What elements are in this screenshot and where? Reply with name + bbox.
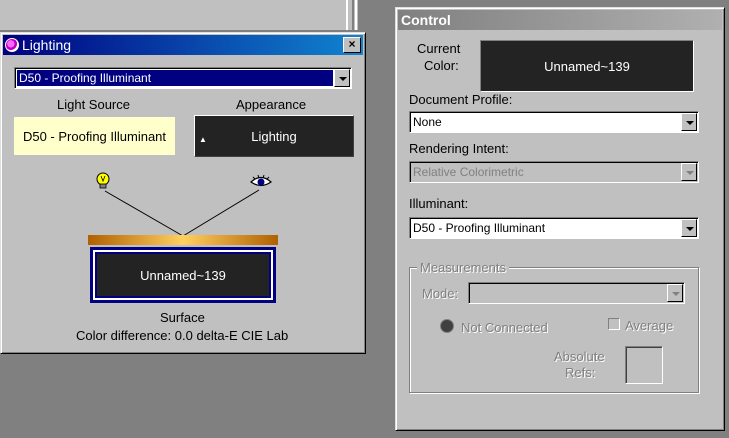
chevron-down-icon[interactable] xyxy=(681,113,697,131)
mode-label: Mode: xyxy=(422,286,459,301)
rendering-intent-select[interactable]: Relative Colorimetric xyxy=(409,161,699,183)
surface-swatch-frame[interactable]: Unnamed~139 xyxy=(90,247,276,303)
mode-select[interactable] xyxy=(468,282,685,304)
chevron-down-icon[interactable] xyxy=(681,163,697,181)
document-profile-value: None xyxy=(413,115,442,129)
absolute-refs-label-2: Refs: xyxy=(565,365,596,380)
measurements-group-label: Measurements xyxy=(417,260,509,275)
background-window xyxy=(0,0,358,30)
document-profile-label: Document Profile: xyxy=(409,92,513,107)
connection-status: Not Connected xyxy=(461,320,548,335)
window-edge xyxy=(346,0,348,30)
current-color-swatch[interactable]: Unnamed~139 xyxy=(480,40,694,92)
absolute-refs-label: Absolute xyxy=(554,349,605,364)
eye-icon xyxy=(250,174,272,187)
current-color-label-2: Color: xyxy=(424,58,459,73)
illuminant-select[interactable]: D50 - Proofing Illuminant xyxy=(409,217,699,239)
control-window: Control Current Color: Unnamed~139 Docum… xyxy=(395,7,725,431)
chevron-down-icon[interactable] xyxy=(681,219,697,237)
chevron-down-icon[interactable] xyxy=(667,284,683,302)
lightbulb-icon xyxy=(96,172,110,189)
surface-label: Surface xyxy=(160,310,205,325)
average-label: Average xyxy=(625,318,674,333)
average-checkbox[interactable] xyxy=(608,318,620,330)
surface-swatch: Unnamed~139 xyxy=(97,254,269,296)
window-edge xyxy=(352,0,354,30)
rendering-intent-value: Relative Colorimetric xyxy=(413,165,524,179)
surface-swatch-border: Unnamed~139 xyxy=(93,250,273,300)
document-profile-select[interactable]: None xyxy=(409,111,699,133)
window-title: Control xyxy=(401,12,451,28)
illuminant-value: D50 - Proofing Illuminant xyxy=(413,221,546,235)
lighting-window: Lighting × D50 - Proofing Illuminant Lig… xyxy=(0,32,366,354)
rendering-intent-label: Rendering Intent: xyxy=(409,141,509,156)
color-difference-text: Color difference: 0.0 delta-E CIE Lab xyxy=(76,328,289,343)
current-color-label: Current xyxy=(417,41,461,56)
absolute-refs-button[interactable] xyxy=(625,346,663,384)
illuminant-label: Illuminant: xyxy=(409,196,469,211)
window-edge xyxy=(355,0,357,30)
light-path-diagram xyxy=(104,189,260,237)
current-color-value: Unnamed~139 xyxy=(544,58,630,74)
control-titlebar[interactable]: Control xyxy=(398,10,722,30)
surface-light-bar xyxy=(88,235,278,245)
connection-indicator-icon xyxy=(440,319,454,333)
